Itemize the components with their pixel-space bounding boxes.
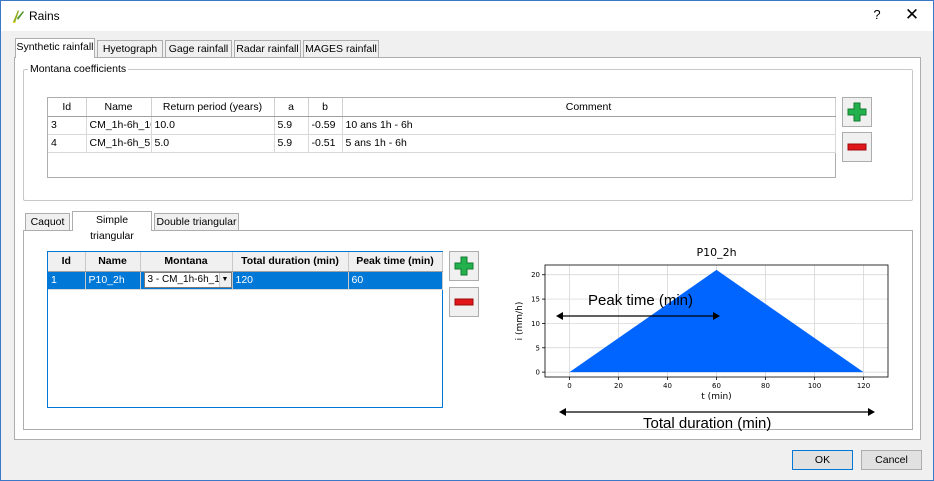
- remove-triangular-button[interactable]: [449, 287, 479, 317]
- tab-radar-rainfall[interactable]: Radar rainfall: [234, 40, 301, 58]
- close-button[interactable]: ✕: [901, 5, 923, 25]
- tab-label: Gage rainfall: [168, 43, 229, 55]
- add-montana-button[interactable]: [842, 97, 872, 127]
- chart-title: P10_2h: [696, 246, 736, 259]
- tri-col-name[interactable]: Name: [85, 252, 141, 272]
- rains-dialog: Rains ? ✕ Synthetic rainfall Hyetograph …: [0, 0, 934, 481]
- tab-label: MAGES rainfall: [305, 43, 377, 55]
- montana-table[interactable]: Id Name Return period (years) a b Commen…: [47, 97, 836, 178]
- x-tick-label: 100: [808, 382, 821, 390]
- tab-hyetograph[interactable]: Hyetograph: [97, 40, 163, 58]
- tri-col-id[interactable]: Id: [48, 252, 86, 272]
- cell-id[interactable]: 4: [48, 134, 87, 153]
- peak-time-arrow: [556, 312, 720, 320]
- y-tick-label: 20: [531, 271, 540, 279]
- cell-comment[interactable]: 10 ans 1h - 6h: [342, 116, 836, 135]
- montana-group-title: Montana coefficients: [28, 63, 129, 75]
- cell-a[interactable]: 5.9: [274, 134, 309, 153]
- remove-montana-button[interactable]: [842, 132, 872, 162]
- tab-caquot[interactable]: Caquot: [25, 213, 70, 231]
- y-tick-label: 0: [536, 369, 540, 377]
- ok-button[interactable]: OK: [792, 450, 853, 470]
- tab-label: Hyetograph: [102, 43, 158, 55]
- cell-comment[interactable]: 5 ans 1h - 6h: [342, 134, 836, 153]
- cell-return-period[interactable]: 5.0: [151, 134, 275, 153]
- plus-icon: [454, 256, 474, 276]
- table-row[interactable]: 4 CM_1h-6h_5 5.0 5.9 -0.51 5 ans 1h - 6h: [48, 134, 836, 153]
- minus-icon: [847, 143, 867, 151]
- cell-return-period[interactable]: 10.0: [151, 116, 275, 135]
- add-triangular-button[interactable]: [449, 251, 479, 281]
- window-title: Rains: [29, 9, 60, 23]
- tab-mages-rainfall[interactable]: MAGES rainfall: [303, 40, 379, 58]
- tab-label: Radar rainfall: [236, 43, 299, 55]
- cell-montana[interactable]: 3 - CM_1h-6h_10 ▼: [140, 271, 233, 290]
- montana-select[interactable]: 3 - CM_1h-6h_10 ▼: [143, 272, 231, 288]
- y-tick-label: 10: [531, 320, 540, 328]
- tab-label: Simple triangular: [90, 214, 134, 242]
- cell-b[interactable]: -0.51: [308, 134, 343, 153]
- cell-name[interactable]: CM_1h-6h_10: [86, 116, 152, 135]
- y-tick-label: 5: [536, 344, 540, 352]
- x-tick-label: 80: [761, 382, 770, 390]
- table-row[interactable]: 1 P10_2h 3 - CM_1h-6h_10 ▼ 120 60: [48, 271, 443, 290]
- tab-simple-triangular[interactable]: Simple triangular: [72, 211, 152, 242]
- montana-col-return-period[interactable]: Return period (years): [151, 98, 275, 117]
- chart-xlabel: t (min): [701, 392, 731, 402]
- montana-col-id[interactable]: Id: [48, 98, 87, 117]
- tab-synthetic-rainfall[interactable]: Synthetic rainfall: [15, 38, 95, 58]
- chart-ylabel: i (mm/h): [515, 302, 525, 341]
- tri-col-montana[interactable]: Montana: [140, 252, 233, 272]
- cell-peak-time[interactable]: 60: [348, 271, 443, 290]
- hyetograph-chart: 0 20 40 60 80 100 120 0 5 10 15 20 P10_2h t (min) i…: [508, 243, 896, 415]
- qgis-app-icon: [12, 10, 24, 23]
- montana-col-comment[interactable]: Comment: [342, 98, 836, 117]
- cell-a[interactable]: 5.9: [274, 116, 309, 135]
- tab-double-triangular[interactable]: Double triangular: [154, 213, 239, 231]
- help-button[interactable]: ?: [867, 7, 887, 25]
- x-tick-label: 40: [663, 382, 672, 390]
- plus-icon: [847, 102, 867, 122]
- hyetograph-chart-svg: 0 20 40 60 80 100 120 0 5 10 15 20 P10_2h t (min) i…: [515, 246, 889, 402]
- total-duration-annotation: Total duration (min): [643, 415, 772, 432]
- x-tick-label: 20: [614, 382, 623, 390]
- cell-name[interactable]: CM_1h-6h_5: [86, 134, 152, 153]
- cell-id[interactable]: 3: [48, 116, 87, 135]
- peak-time-annotation: Peak time (min): [588, 292, 694, 309]
- cell-total-duration[interactable]: 120: [232, 271, 349, 290]
- tri-col-peak-time[interactable]: Peak time (min): [348, 252, 443, 272]
- minus-icon: [454, 298, 474, 306]
- tri-col-total-duration[interactable]: Total duration (min): [232, 252, 349, 272]
- x-tick-label: 120: [857, 382, 870, 390]
- cell-name[interactable]: P10_2h: [85, 271, 141, 290]
- triangular-table[interactable]: Id Name Montana Total duration (min) Pea…: [47, 251, 443, 408]
- cancel-button[interactable]: Cancel: [861, 450, 922, 470]
- title-bar: Rains ? ✕: [1, 1, 933, 31]
- tab-gage-rainfall[interactable]: Gage rainfall: [165, 40, 232, 58]
- montana-col-a[interactable]: a: [274, 98, 309, 117]
- y-tick-label: 15: [531, 296, 540, 304]
- x-tick-label: 60: [712, 382, 721, 390]
- tab-label: Caquot: [30, 216, 65, 228]
- montana-select-value: 3 - CM_1h-6h_10: [147, 274, 226, 285]
- montana-col-b[interactable]: b: [308, 98, 343, 117]
- chevron-down-icon[interactable]: ▼: [218, 273, 231, 287]
- tab-label: Double triangular: [156, 216, 237, 228]
- cell-id[interactable]: 1: [48, 271, 86, 290]
- x-tick-label: 0: [567, 382, 571, 390]
- montana-col-name[interactable]: Name: [86, 98, 152, 117]
- tab-label: Synthetic rainfall: [16, 41, 94, 53]
- table-row[interactable]: 3 CM_1h-6h_10 10.0 5.9 -0.59 10 ans 1h -…: [48, 116, 836, 135]
- cell-b[interactable]: -0.59: [308, 116, 343, 135]
